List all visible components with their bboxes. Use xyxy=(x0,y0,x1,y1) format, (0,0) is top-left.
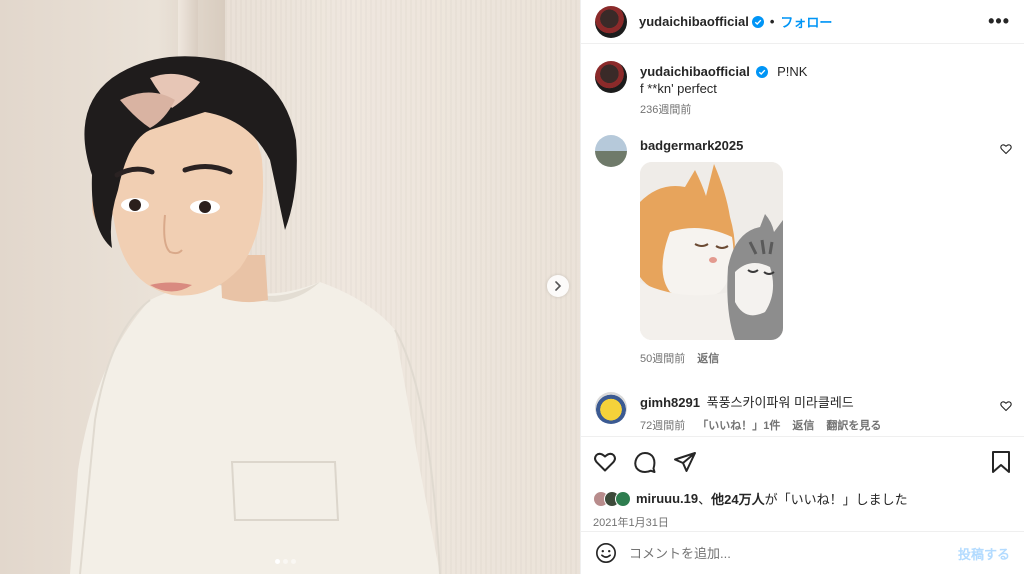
likes-suffix: が「いいね！」しました xyxy=(764,492,908,507)
header-separator: • xyxy=(769,14,775,29)
comment-text: 푹풍스카이파워 미라클레드 xyxy=(706,395,854,410)
save-bookmark-icon[interactable] xyxy=(990,450,1012,474)
carousel-dot xyxy=(291,559,296,564)
comment-likes-count[interactable]: 「いいね！」1件 xyxy=(697,417,780,433)
liker-avatars xyxy=(593,490,631,507)
follow-button[interactable]: フォロー xyxy=(780,12,832,31)
comment-input[interactable] xyxy=(629,545,958,561)
caption-title: P!NK xyxy=(777,64,808,79)
reply-button[interactable]: 返信 xyxy=(792,417,814,433)
comment-meta: 50週間前 返信 xyxy=(640,350,1010,366)
author-username[interactable]: yudaichibaofficial xyxy=(639,14,749,29)
caption-username[interactable]: yudaichibaofficial xyxy=(640,64,750,79)
person-illustration xyxy=(70,56,441,574)
caption-author-avatar[interactable] xyxy=(595,61,627,93)
author-info: yudaichibaofficial • フォロー xyxy=(639,12,832,31)
caption-entry: yudaichibaofficial P!NK f **kn' perfect … xyxy=(581,61,1024,117)
carousel-next-button[interactable] xyxy=(547,275,569,297)
caption-line: yudaichibaofficial P!NK xyxy=(640,63,1010,80)
translate-button[interactable]: 翻訳を見る xyxy=(826,417,881,433)
comment-item: badgermark2025 50週間前 返信 xyxy=(581,135,1024,366)
comment-line: gimh8291 푹풍스카이파워 미라클레드 xyxy=(640,394,1010,411)
like-heart-icon[interactable] xyxy=(593,450,617,474)
post-actions: miruuu.19 、 他24万人 が「いいね！」しました 2021年1月31日 xyxy=(581,436,1024,530)
commenter-avatar[interactable] xyxy=(595,392,627,424)
commenter-username[interactable]: gimh8291 xyxy=(640,395,700,410)
emoji-icon[interactable] xyxy=(595,542,617,564)
comments-list[interactable]: yudaichibaofficial P!NK f **kn' perfect … xyxy=(581,45,1024,435)
comment-line: badgermark2025 xyxy=(640,137,1010,154)
more-options-icon[interactable]: ••• xyxy=(988,11,1010,32)
caption-meta: 236週間前 xyxy=(640,101,1010,117)
action-icons xyxy=(593,449,1012,475)
caption-time[interactable]: 236週間前 xyxy=(640,101,691,117)
cats-gif-illustration xyxy=(640,162,783,340)
verified-badge-icon xyxy=(751,15,764,28)
share-paper-plane-icon[interactable] xyxy=(673,450,697,474)
chevron-right-icon xyxy=(555,281,562,291)
post-sidebar: yudaichibaofficial • フォロー ••• yudaichiba… xyxy=(580,0,1024,574)
carousel-dot xyxy=(283,559,288,564)
author-avatar[interactable] xyxy=(595,5,627,38)
comment-bubble-icon[interactable] xyxy=(633,450,657,474)
commenter-username[interactable]: badgermark2025 xyxy=(640,138,743,153)
comment-like-heart-icon[interactable] xyxy=(1000,143,1012,155)
comment-composer: 投稿する xyxy=(581,531,1024,574)
comment-body: gimh8291 푹풍스카이파워 미라클레드 72週間前 「いいね！」1件 返信… xyxy=(640,392,1010,433)
verified-badge-icon xyxy=(756,66,769,78)
caption-body: yudaichibaofficial P!NK f **kn' perfect … xyxy=(640,61,1010,117)
comment-time[interactable]: 72週間前 xyxy=(640,417,685,433)
post-photo[interactable] xyxy=(0,0,580,574)
likes-others-count[interactable]: 他24万人 xyxy=(711,489,764,508)
post-date[interactable]: 2021年1月31日 xyxy=(593,514,1012,530)
caption-text: f **kn' perfect xyxy=(640,81,717,96)
liker-avatar[interactable] xyxy=(615,490,631,507)
post-header: yudaichibaofficial • フォロー ••• xyxy=(581,0,1024,44)
comment-time[interactable]: 50週間前 xyxy=(640,350,685,366)
post-comment-button[interactable]: 投稿する xyxy=(958,544,1010,563)
likes-lead-user[interactable]: miruuu.19 xyxy=(636,491,698,506)
comment-like-heart-icon[interactable] xyxy=(1000,400,1012,412)
comment-body: badgermark2025 50週間前 返信 xyxy=(640,135,1010,366)
reply-button[interactable]: 返信 xyxy=(697,350,719,366)
comment-meta: 72週間前 「いいね！」1件 返信 翻訳を見る xyxy=(640,417,1010,433)
likes-summary: miruuu.19 、 他24万人 が「いいね！」しました xyxy=(593,489,1012,508)
carousel-indicator xyxy=(275,559,296,564)
carousel-dot xyxy=(275,559,280,564)
commenter-avatar[interactable] xyxy=(595,135,627,167)
comment-item: gimh8291 푹풍스카이파워 미라클레드 72週間前 「いいね！」1件 返信… xyxy=(581,392,1024,433)
likes-separator: 、 xyxy=(698,492,712,507)
comment-gif-cats[interactable] xyxy=(640,162,783,340)
